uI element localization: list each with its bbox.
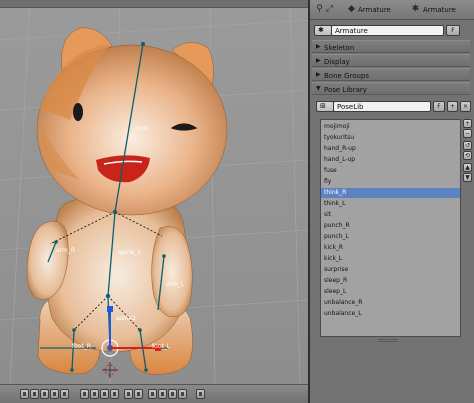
bone-label-root: root bbox=[136, 125, 149, 132]
properties-editor: ⚲ ⤢ ◆ Armature ✱ Armature ✱ Armature F ▶… bbox=[308, 0, 474, 403]
bone-label-foot-l: foot_L bbox=[152, 343, 171, 350]
section-skeleton-label: Skeleton bbox=[324, 44, 355, 52]
armature-datablock-name-field[interactable]: Armature bbox=[331, 25, 444, 36]
pose-item-tyokuritsu[interactable]: tyokuritsu bbox=[321, 133, 460, 143]
move-pose-up-button[interactable]: ▲ bbox=[463, 163, 472, 172]
poselib-fake-user-button[interactable]: F bbox=[433, 101, 445, 112]
section-pose-library-label: Pose Library bbox=[324, 86, 367, 94]
poselib-name: PoseLib bbox=[337, 103, 364, 111]
breadcrumb-armature-data[interactable]: Armature bbox=[423, 6, 456, 14]
layer-button[interactable] bbox=[20, 389, 29, 399]
armature-data-icon: ✱ bbox=[318, 26, 324, 34]
pose-item-kick-l[interactable]: kick_L bbox=[321, 254, 460, 264]
character-head bbox=[36, 27, 228, 216]
bone-label-arm-r: arm_R bbox=[56, 247, 75, 254]
section-bone-groups-label: Bone Groups bbox=[324, 72, 370, 80]
section-bone-groups[interactable]: ▶ Bone Groups bbox=[312, 68, 470, 81]
layer-button[interactable] bbox=[60, 389, 69, 399]
pose-item-sit[interactable]: sit bbox=[321, 210, 460, 220]
layer-button[interactable] bbox=[80, 389, 89, 399]
pose-item-sleep-r[interactable]: sleep_R bbox=[321, 276, 460, 286]
list-resize-grip[interactable] bbox=[378, 339, 398, 342]
character-arm-left bbox=[151, 226, 193, 317]
collapse-arrow-icon: ▼ bbox=[316, 85, 321, 92]
expand-arrow-icon: ▶ bbox=[316, 57, 321, 64]
pose-item-hand-r-up[interactable]: hand_R-up bbox=[321, 144, 460, 154]
layer-button[interactable] bbox=[110, 389, 119, 399]
camera-icon[interactable] bbox=[158, 389, 167, 399]
armature-datablock-browse[interactable]: ✱ bbox=[314, 25, 332, 36]
pose-item-punch-r[interactable]: punch_R bbox=[321, 221, 460, 231]
bone-label-spine2: spine2 bbox=[116, 315, 136, 322]
pose-item-think-l[interactable]: think_L bbox=[321, 199, 460, 209]
pose-item-think-r[interactable]: think_R bbox=[321, 188, 460, 198]
poselib-unlink-button[interactable]: × bbox=[460, 101, 471, 112]
eye-right bbox=[73, 103, 83, 121]
3d-viewport[interactable]: root arm_R arm_L spine_1 spine2 foot_R f… bbox=[0, 0, 308, 403]
pose-item-fly[interactable]: fly bbox=[321, 177, 460, 187]
armature-object-icon: ◆ bbox=[348, 4, 355, 14]
armature-data-icon: ✱ bbox=[411, 4, 420, 14]
pose-item-punch-l[interactable]: punch_L bbox=[321, 232, 460, 242]
fake-user-button[interactable]: F bbox=[446, 25, 460, 36]
bone-label-arm-l: arm_L bbox=[166, 281, 185, 288]
section-display[interactable]: ▶ Display bbox=[312, 54, 470, 67]
section-pose-library[interactable]: ▼ Pose Library bbox=[312, 82, 470, 95]
layer-button[interactable] bbox=[50, 389, 59, 399]
pose-item-sleep-l[interactable]: sleep_L bbox=[321, 287, 460, 297]
bone-label-spine1: spine_1 bbox=[118, 249, 141, 256]
pose-item-mojimoji[interactable]: mojimoji bbox=[321, 122, 460, 132]
pose-item-hand-l-up[interactable]: hand_L-up bbox=[321, 155, 460, 165]
image-icon[interactable] bbox=[168, 389, 177, 399]
viewport-header bbox=[0, 0, 308, 8]
layer-button[interactable] bbox=[40, 389, 49, 399]
section-skeleton[interactable]: ▶ Skeleton bbox=[312, 40, 470, 53]
bone-label-foot-r: foot_R bbox=[72, 343, 91, 350]
breadcrumb-armature-object[interactable]: Armature bbox=[358, 6, 391, 14]
viewport-bottom-toolbar bbox=[0, 384, 308, 403]
layer-button[interactable] bbox=[30, 389, 39, 399]
action-icon: ⊞ bbox=[320, 102, 326, 110]
render-anim-icon[interactable] bbox=[178, 389, 187, 399]
viewport-canvas[interactable]: root arm_R arm_L spine_1 spine2 foot_R f… bbox=[0, 0, 308, 403]
render-icon[interactable] bbox=[148, 389, 157, 399]
pose-item-fuse[interactable]: fuse bbox=[321, 166, 460, 176]
pose-copy-icon[interactable] bbox=[124, 389, 133, 399]
add-pose-button[interactable]: + bbox=[463, 119, 472, 128]
poselib-add-button[interactable]: + bbox=[447, 101, 458, 112]
pose-item-unbalance-l[interactable]: unbalance_L bbox=[321, 309, 460, 319]
camera-view-icon[interactable]: ⤢ bbox=[324, 4, 335, 15]
poselib-browse[interactable]: ⊞ bbox=[316, 101, 334, 112]
sanitize-pose-button[interactable]: ⟲ bbox=[463, 151, 472, 160]
pose-item-kick-r[interactable]: kick_R bbox=[321, 243, 460, 253]
pose-item-unbalance-r[interactable]: unbalance_R bbox=[321, 298, 460, 308]
properties-header: ⚲ ⤢ ◆ Armature ✱ Armature bbox=[310, 0, 474, 20]
section-display-label: Display bbox=[324, 58, 350, 66]
remove-pose-button[interactable]: − bbox=[463, 129, 472, 138]
move-pose-down-button[interactable]: ▼ bbox=[463, 173, 472, 182]
apply-pose-button[interactable]: ↺ bbox=[463, 141, 472, 150]
expand-arrow-icon: ▶ bbox=[316, 43, 321, 50]
pose-list[interactable]: mojimoji tyokuritsu hand_R-up hand_L-up … bbox=[320, 119, 461, 337]
layer-button[interactable] bbox=[90, 389, 99, 399]
pose-item-surprise[interactable]: surprise bbox=[321, 265, 460, 275]
snap-icon[interactable] bbox=[196, 389, 205, 399]
expand-arrow-icon: ▶ bbox=[316, 71, 321, 78]
poselib-name-field[interactable]: PoseLib bbox=[333, 101, 431, 112]
pose-paste-icon[interactable] bbox=[134, 389, 143, 399]
armature-datablock-name: Armature bbox=[335, 27, 368, 35]
layer-button[interactable] bbox=[100, 389, 109, 399]
